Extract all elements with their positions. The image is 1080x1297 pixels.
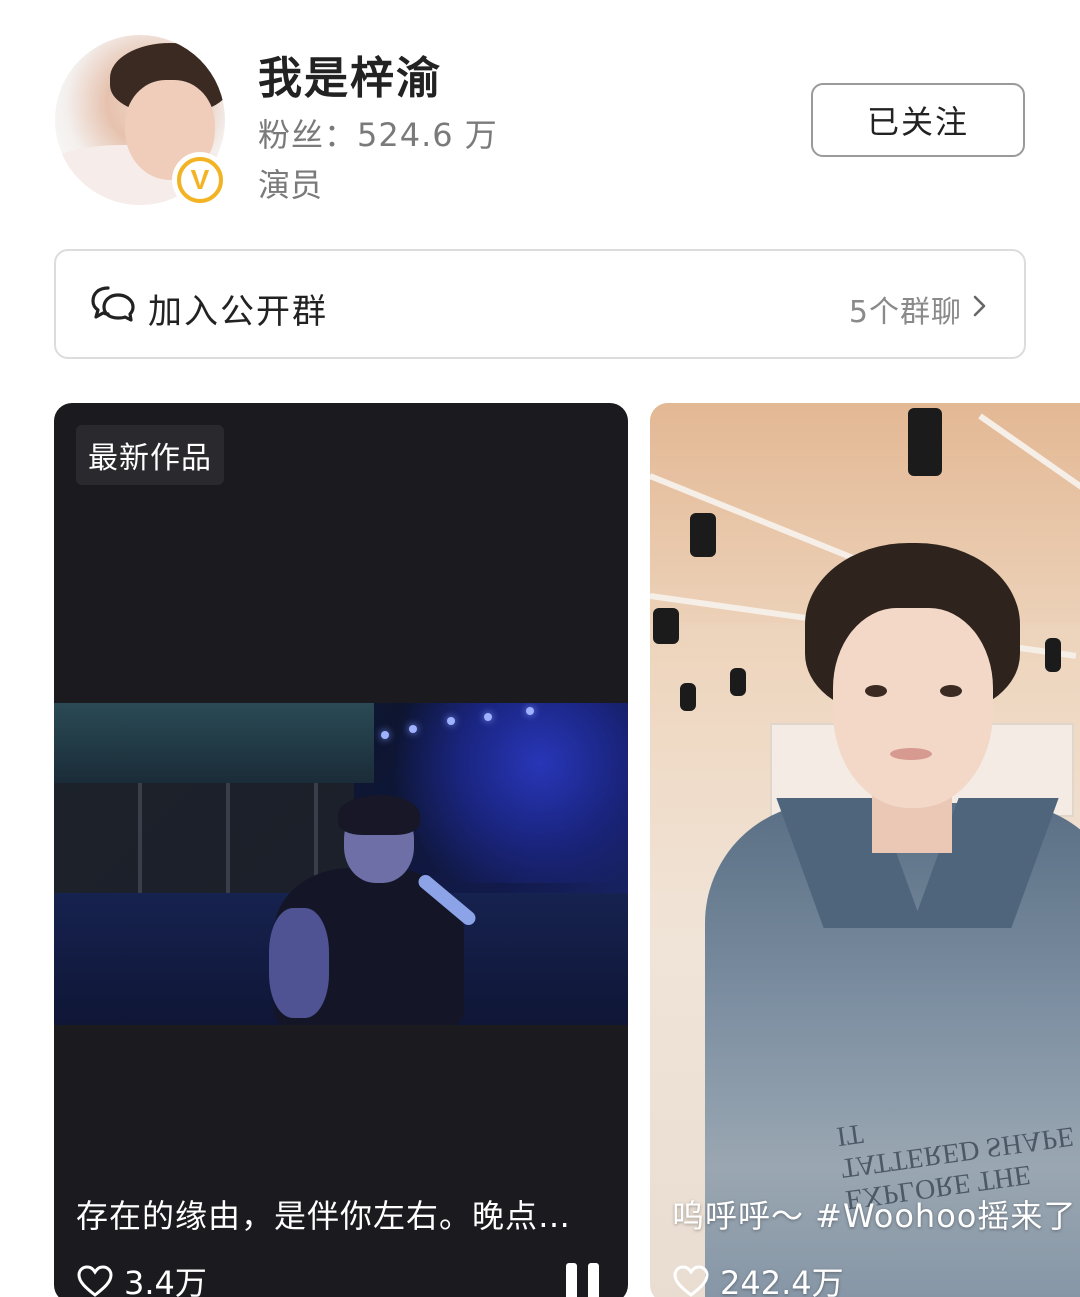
video-card-second[interactable]: EXPLORE THE TATTERED SHAPE IT 呜呼呼～ #Wooh… bbox=[650, 403, 1080, 1297]
join-group-bar[interactable]: 加入公开群 5个群聊 bbox=[54, 249, 1026, 359]
followed-button[interactable]: 已关注 bbox=[811, 83, 1025, 157]
video-caption: 存在的缘由，是伴你左右。晚点… bbox=[76, 1197, 572, 1235]
verified-badge: V bbox=[172, 152, 228, 208]
group-chat-icon bbox=[91, 286, 135, 322]
like-count-value: 242.4万 bbox=[720, 1264, 844, 1297]
chevron-right-icon bbox=[973, 295, 986, 317]
like-count-value: 3.4万 bbox=[124, 1264, 207, 1297]
like-count[interactable]: 242.4万 bbox=[672, 1258, 844, 1297]
heart-icon bbox=[673, 1265, 709, 1297]
profile-page: V 我是梓渝 粉丝：524.6 万 演员 已关注 加入公开群 5个群聊 最新作品 bbox=[0, 0, 1080, 1297]
like-count[interactable]: 3.4万 bbox=[76, 1258, 207, 1297]
verified-v-icon: V bbox=[177, 157, 223, 203]
username: 我是梓渝 bbox=[258, 53, 442, 104]
join-group-label: 加入公开群 bbox=[148, 292, 328, 332]
group-count: 5个群聊 bbox=[848, 295, 962, 330]
video-card-latest[interactable]: 最新作品 存在的缘由，是伴你左右。晚点… 3.4万 bbox=[54, 403, 628, 1297]
video-caption: 呜呼呼～ #Woohoo摇来了 bbox=[672, 1197, 1077, 1235]
heart-icon bbox=[77, 1265, 113, 1297]
video-thumbnail bbox=[54, 703, 628, 1025]
profession-label: 演员 bbox=[258, 166, 323, 204]
pause-icon[interactable] bbox=[566, 1263, 600, 1297]
fans-count: 粉丝：524.6 万 bbox=[258, 116, 498, 154]
latest-work-tag: 最新作品 bbox=[76, 425, 224, 485]
